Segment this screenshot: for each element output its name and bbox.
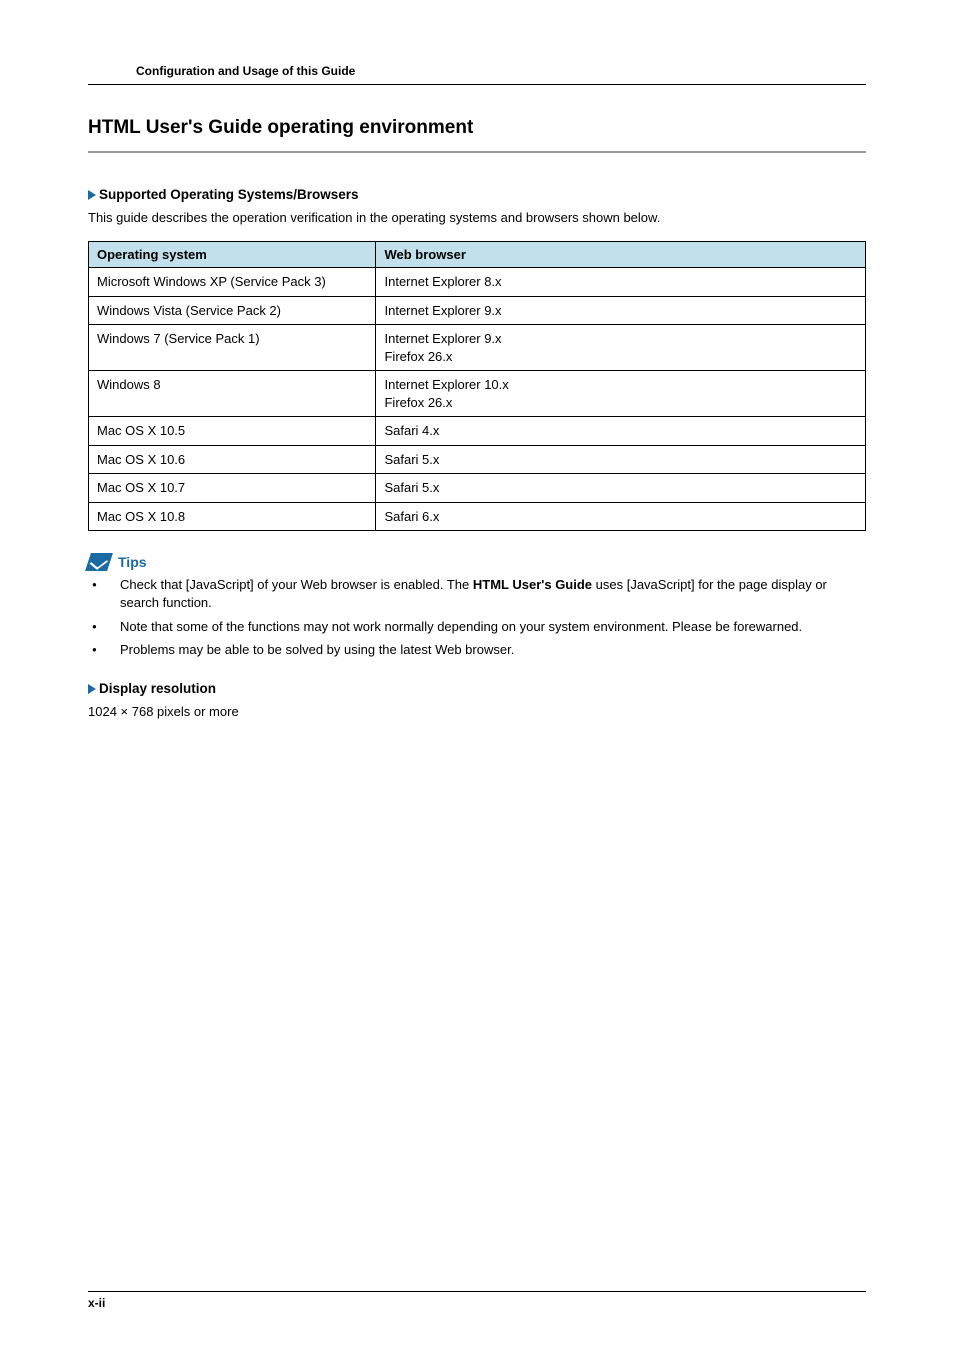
table-cell-os: Mac OS X 10.8 (89, 502, 376, 531)
section-heading-supported-text: Supported Operating Systems/Browsers (99, 187, 359, 202)
table-cell-os: Windows 8 (89, 371, 376, 417)
breadcrumb: Configuration and Usage of this Guide (88, 64, 866, 85)
page-footer: x-ii (88, 1291, 866, 1310)
table-row: Mac OS X 10.6Safari 5.x (89, 445, 866, 474)
table-row: Mac OS X 10.7Safari 5.x (89, 474, 866, 503)
list-item: Note that some of the functions may not … (88, 618, 866, 636)
table-header-browser: Web browser (376, 242, 866, 268)
page-number: x-ii (88, 1296, 105, 1310)
table-cell-browser: Internet Explorer 9.xFirefox 26.x (376, 325, 866, 371)
table-row: Mac OS X 10.8Safari 6.x (89, 502, 866, 531)
table-cell-browser: Safari 4.x (376, 417, 866, 446)
tips-list: Check that [JavaScript] of your Web brow… (88, 576, 866, 658)
section-heading-supported: Supported Operating Systems/Browsers (88, 187, 866, 202)
tips-label: Tips (118, 554, 147, 570)
table-row: Mac OS X 10.5Safari 4.x (89, 417, 866, 446)
table-cell-os: Mac OS X 10.6 (89, 445, 376, 474)
table-row: Windows 8Internet Explorer 10.xFirefox 2… (89, 371, 866, 417)
section-heading-resolution: Display resolution (88, 681, 866, 696)
triangle-icon (88, 190, 96, 200)
triangle-icon (88, 684, 96, 694)
table-cell-browser: Safari 5.x (376, 445, 866, 474)
list-item: Problems may be able to be solved by usi… (88, 641, 866, 659)
table-row: Windows 7 (Service Pack 1)Internet Explo… (89, 325, 866, 371)
table-header-os: Operating system (89, 242, 376, 268)
list-item: Check that [JavaScript] of your Web brow… (88, 576, 866, 611)
intro-text: This guide describes the operation verif… (88, 210, 866, 225)
table-cell-browser: Internet Explorer 10.xFirefox 26.x (376, 371, 866, 417)
page-title: HTML User's Guide operating environment (88, 117, 866, 153)
table-cell-os: Windows 7 (Service Pack 1) (89, 325, 376, 371)
section-heading-resolution-text: Display resolution (99, 681, 216, 696)
table-cell-os: Windows Vista (Service Pack 2) (89, 296, 376, 325)
table-cell-browser: Internet Explorer 8.x (376, 268, 866, 297)
table-cell-os: Microsoft Windows XP (Service Pack 3) (89, 268, 376, 297)
table-cell-os: Mac OS X 10.7 (89, 474, 376, 503)
table-row: Microsoft Windows XP (Service Pack 3)Int… (89, 268, 866, 297)
resolution-value: 1024 × 768 pixels or more (88, 704, 866, 719)
table-cell-browser: Safari 6.x (376, 502, 866, 531)
table-cell-os: Mac OS X 10.5 (89, 417, 376, 446)
table-cell-browser: Internet Explorer 9.x (376, 296, 866, 325)
tips-block: Tips Check that [JavaScript] of your Web… (88, 553, 866, 658)
table-row: Windows Vista (Service Pack 2)Internet E… (89, 296, 866, 325)
table-cell-browser: Safari 5.x (376, 474, 866, 503)
tips-check-icon (85, 553, 113, 571)
os-browser-table: Operating system Web browser Microsoft W… (88, 241, 866, 531)
